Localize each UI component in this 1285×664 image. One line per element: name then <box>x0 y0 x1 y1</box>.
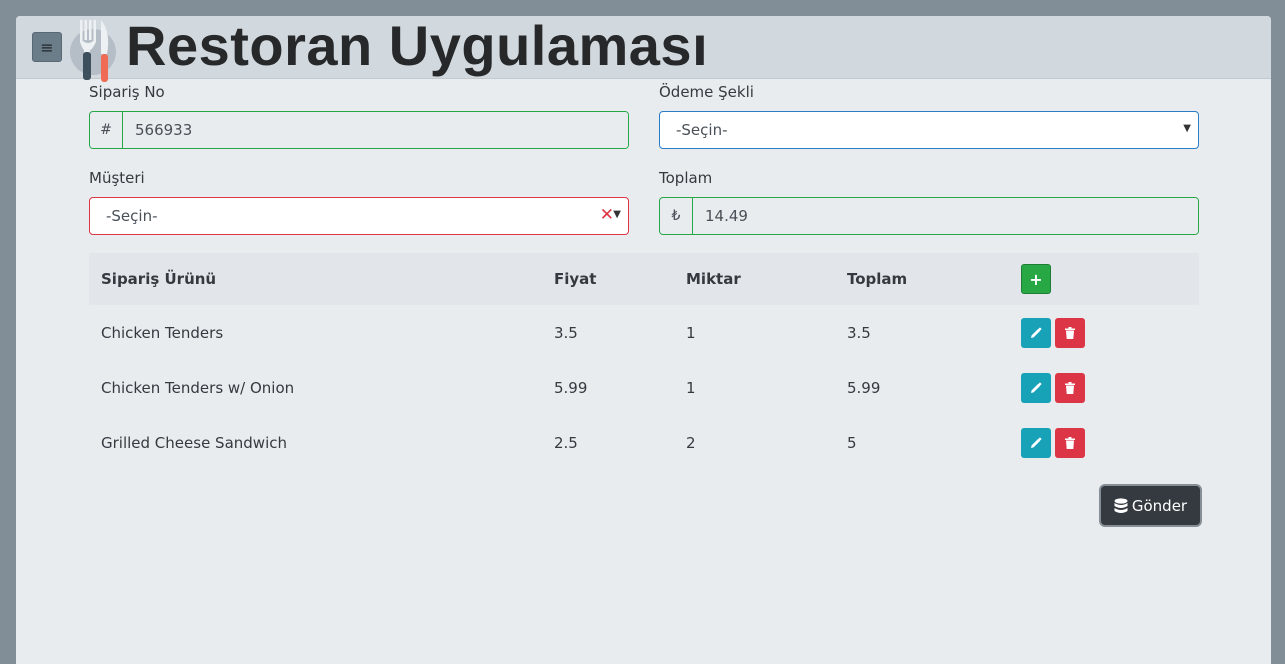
chevron-down-icon: ▼ <box>1183 123 1191 134</box>
header-actions: + <box>1021 264 1051 294</box>
delete-button[interactable] <box>1055 427 1085 458</box>
edit-button[interactable] <box>1021 317 1051 348</box>
row-product: Chicken Tenders <box>101 323 224 342</box>
clear-icon[interactable]: ✕ <box>600 205 614 225</box>
order-items-table: Sipariş Ürünü Fiyat Miktar Toplam + Chic… <box>89 253 1199 470</box>
col-qty-header: Miktar <box>686 270 741 288</box>
total-field[interactable]: ₺ 14.49 <box>659 197 1199 235</box>
row-qty: 2 <box>686 433 696 452</box>
row-price: 5.99 <box>554 378 588 397</box>
pencil-icon <box>1031 326 1042 338</box>
row-product: Grilled Cheese Sandwich <box>101 433 287 452</box>
table-header: Sipariş Ürünü Fiyat Miktar Toplam + <box>89 253 1199 305</box>
order-no-field[interactable]: # 566933 <box>89 111 629 149</box>
row-total: 3.5 <box>847 323 871 342</box>
payment-method-label: Ödeme Şekli <box>659 83 754 101</box>
hamburger-icon: ≡ <box>40 37 54 57</box>
table-row: Chicken Tenders w/ Onion 5.99 1 5.99 <box>89 360 1199 415</box>
add-item-button[interactable]: + <box>1021 264 1051 294</box>
database-icon <box>1114 497 1128 513</box>
col-total-header: Toplam <box>847 270 908 288</box>
col-product-header: Sipariş Ürünü <box>101 270 217 288</box>
col-price-header: Fiyat <box>554 270 597 288</box>
edit-button[interactable] <box>1021 372 1051 403</box>
payment-method-value: -Seçin- <box>676 121 728 139</box>
customer-label: Müşteri <box>89 169 145 187</box>
table-row: Grilled Cheese Sandwich 2.5 2 5 <box>89 415 1199 470</box>
hash-prefix: # <box>90 112 123 148</box>
trash-icon <box>1065 381 1075 394</box>
lira-prefix: ₺ <box>660 198 693 234</box>
total-value[interactable]: 14.49 <box>693 198 1198 234</box>
customer-select[interactable]: -Seçin- ✕ ▼ <box>89 197 629 235</box>
row-actions <box>1021 372 1085 403</box>
menu-toggle-button[interactable]: ≡ <box>32 32 62 62</box>
row-total: 5.99 <box>847 378 881 397</box>
row-product: Chicken Tenders w/ Onion <box>101 378 295 397</box>
pencil-icon <box>1031 436 1042 448</box>
trash-icon <box>1065 436 1075 449</box>
delete-button[interactable] <box>1055 317 1085 348</box>
row-price: 2.5 <box>554 433 578 452</box>
payment-method-select[interactable]: -Seçin- ▼ <box>659 111 1199 149</box>
total-label: Toplam <box>659 169 713 187</box>
page-title: Restoran Uygulaması <box>126 14 709 77</box>
pencil-icon <box>1031 381 1042 393</box>
row-qty: 1 <box>686 323 696 342</box>
row-price: 3.5 <box>554 323 578 342</box>
row-total: 5 <box>847 433 857 452</box>
chevron-down-icon: ▼ <box>613 209 621 220</box>
row-qty: 1 <box>686 378 696 397</box>
trash-icon <box>1065 326 1075 339</box>
plus-icon: + <box>1029 269 1043 289</box>
order-no-value[interactable]: 566933 <box>123 112 628 148</box>
delete-button[interactable] <box>1055 372 1085 403</box>
submit-button[interactable]: Gönder <box>1101 486 1200 525</box>
row-actions <box>1021 427 1085 458</box>
customer-value: -Seçin- <box>106 207 158 225</box>
table-row: Chicken Tenders 3.5 1 3.5 <box>89 305 1199 360</box>
submit-label: Gönder <box>1131 496 1188 515</box>
order-no-label: Sipariş No <box>89 83 165 101</box>
fork-knife-icon <box>69 16 121 84</box>
edit-button[interactable] <box>1021 427 1051 458</box>
row-actions <box>1021 317 1085 348</box>
